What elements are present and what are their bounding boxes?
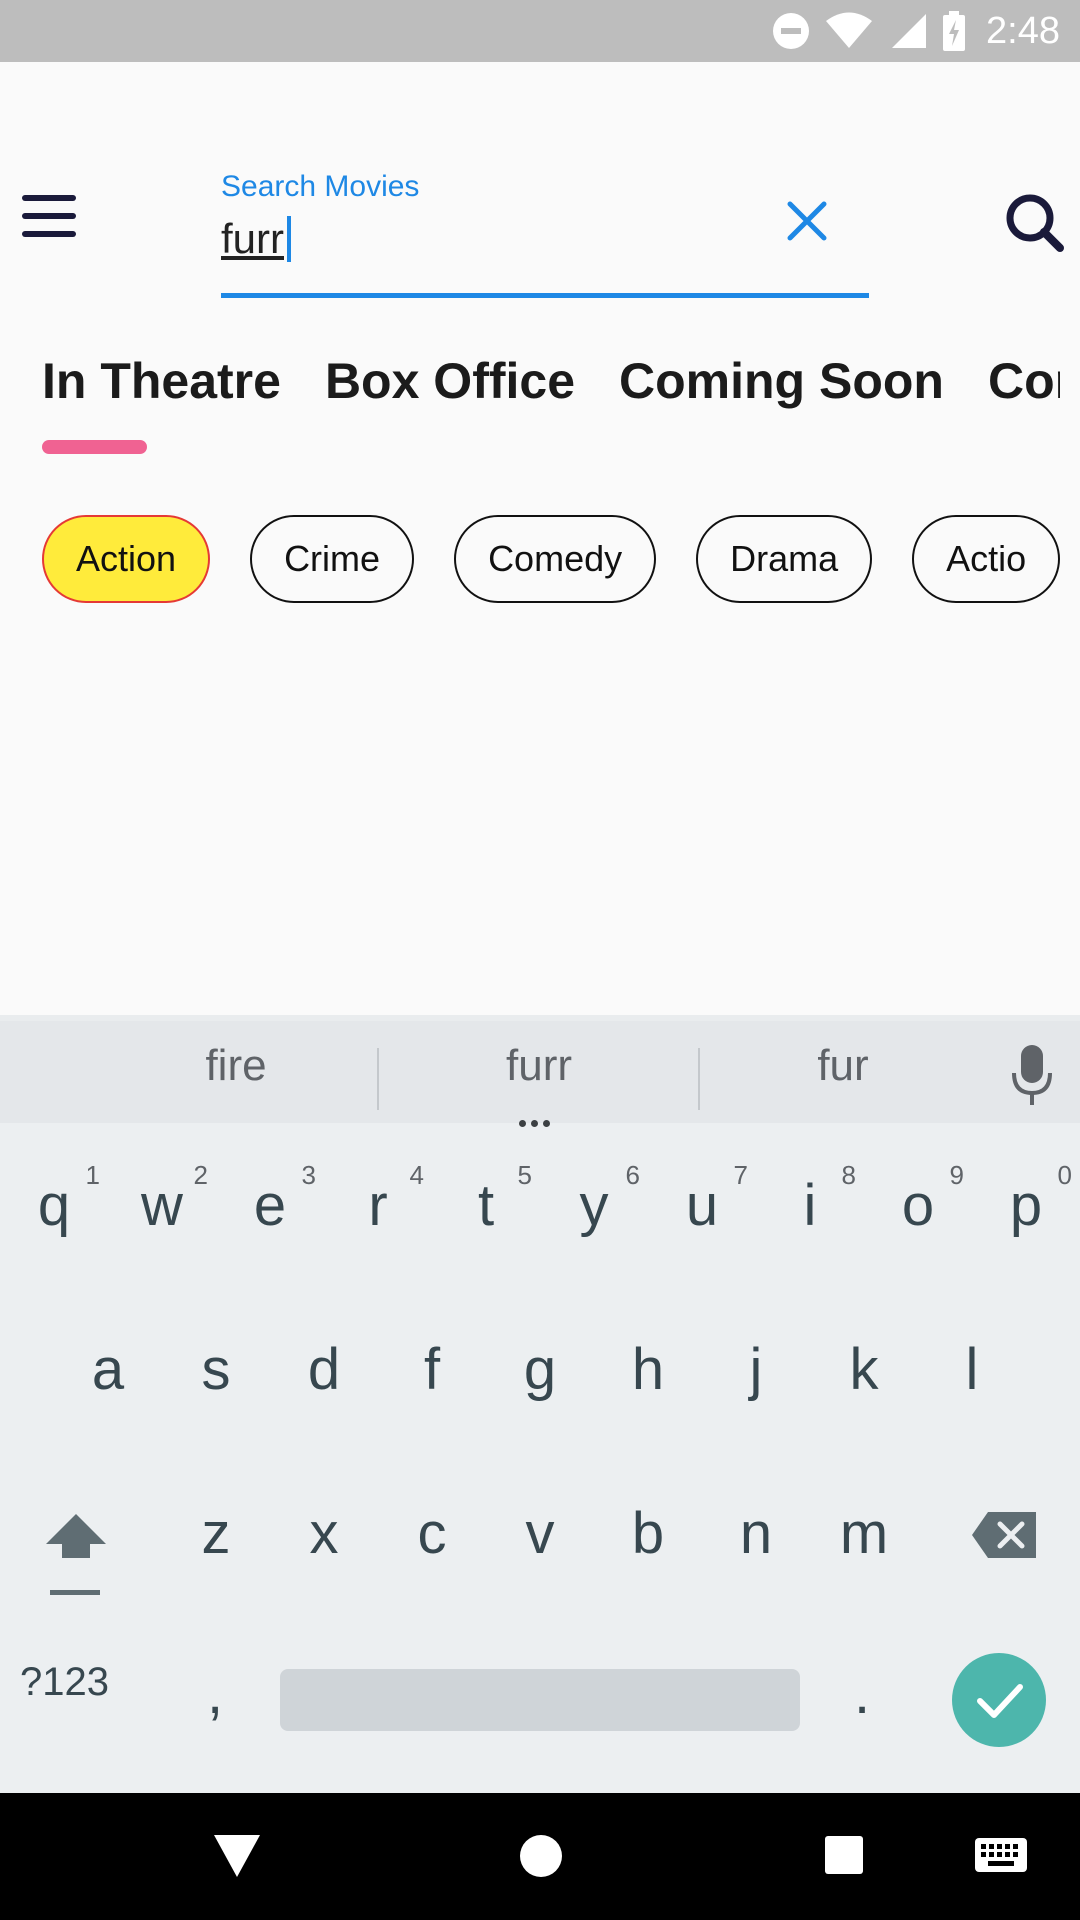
key-a[interactable]: a [58,1336,158,1403]
genre-chips: Action Crime Comedy Drama Actio [42,515,1060,605]
key-hint: 2 [193,1160,208,1190]
key-l[interactable]: l [922,1336,1022,1403]
key-m[interactable]: m [814,1500,914,1567]
clear-search-icon[interactable] [782,196,832,246]
navigation-bar [0,1793,1080,1920]
key-hint: 9 [949,1160,964,1190]
do-not-disturb-icon [773,13,810,49]
key-hint: 4 [409,1160,424,1190]
key-b[interactable]: b [598,1500,698,1567]
key-w[interactable]: w2 [112,1160,212,1239]
more-suggestions-icon[interactable] [519,1114,555,1132]
tab-partial[interactable]: Com [988,352,1060,410]
suggestion-item[interactable]: furr [419,1041,659,1091]
chip-crime[interactable]: Crime [250,515,415,603]
clock: 2:48 [986,9,1060,52]
key-hint: 8 [841,1160,856,1190]
key-o[interactable]: o9 [868,1160,968,1239]
signal-icon [892,14,927,48]
key-hint: 7 [733,1160,748,1190]
key-j[interactable]: j [706,1336,806,1403]
key-c[interactable]: c [382,1500,482,1567]
suggestion-item[interactable]: fur [723,1041,963,1091]
period-key[interactable]: . [812,1660,912,1727]
back-icon[interactable] [212,1833,262,1879]
key-x[interactable]: x [274,1500,374,1567]
key-y[interactable]: y6 [544,1160,644,1239]
key-u[interactable]: u7 [652,1160,752,1239]
keyboard-switch-icon[interactable] [974,1837,1028,1873]
key-q[interactable]: q1 [4,1160,104,1239]
key-k[interactable]: k [814,1336,914,1403]
key-t[interactable]: t5 [436,1160,536,1239]
suggestion-item[interactable]: fire [116,1041,356,1091]
key-hint: 1 [85,1160,100,1190]
symbols-key[interactable]: ?123 [20,1660,109,1705]
tab-box-office[interactable]: Box Office [325,352,575,410]
menu-button[interactable] [22,195,82,245]
home-icon[interactable] [518,1833,564,1879]
key-hint: 5 [517,1160,532,1190]
key-e[interactable]: e3 [220,1160,320,1239]
key-i[interactable]: i8 [760,1160,860,1239]
tab-coming-soon[interactable]: Coming Soon [619,352,944,410]
key-hint: 3 [301,1160,316,1190]
key-p[interactable]: p0 [976,1160,1076,1239]
chip-action[interactable]: Action [42,515,211,603]
status-bar: 2:48 [0,0,1080,62]
category-tabs: In Theatre Box Office Coming Soon Com [42,352,1060,422]
chip-comedy[interactable]: Comedy [454,515,657,603]
checkmark-icon [977,1684,1023,1718]
key-z[interactable]: z [166,1500,266,1567]
suggestion-bar: fire furr fur [0,1015,1080,1127]
space-key[interactable] [280,1669,800,1731]
key-g[interactable]: g [490,1336,590,1403]
battery-charging-icon [943,11,966,51]
key-r[interactable]: r4 [328,1160,428,1239]
comma-key[interactable]: , [165,1660,265,1727]
microphone-icon[interactable] [1010,1043,1054,1107]
recents-icon[interactable] [824,1835,864,1875]
key-s[interactable]: s [166,1336,266,1403]
backspace-icon[interactable] [970,1510,1038,1560]
hamburger-icon [22,195,76,201]
tab-indicator [42,440,147,454]
key-hint: 6 [625,1160,640,1190]
search-label: Search Movies [221,170,420,203]
key-v[interactable]: v [490,1500,590,1567]
tab-in-theatre[interactable]: In Theatre [42,352,281,410]
text-cursor [287,216,291,262]
search-underline [221,293,869,298]
chip-drama[interactable]: Drama [696,515,873,603]
enter-key[interactable] [952,1653,1046,1747]
wifi-icon [826,12,873,48]
key-hint: 0 [1057,1160,1072,1190]
key-n[interactable]: n [706,1500,806,1567]
chip-action-2[interactable]: Actio [912,515,1060,603]
key-d[interactable]: d [274,1336,374,1403]
key-f[interactable]: f [382,1336,482,1403]
key-h[interactable]: h [598,1336,698,1403]
search-input[interactable]: furr [221,215,284,263]
shift-icon[interactable] [44,1508,108,1598]
search-icon[interactable] [1002,190,1066,254]
